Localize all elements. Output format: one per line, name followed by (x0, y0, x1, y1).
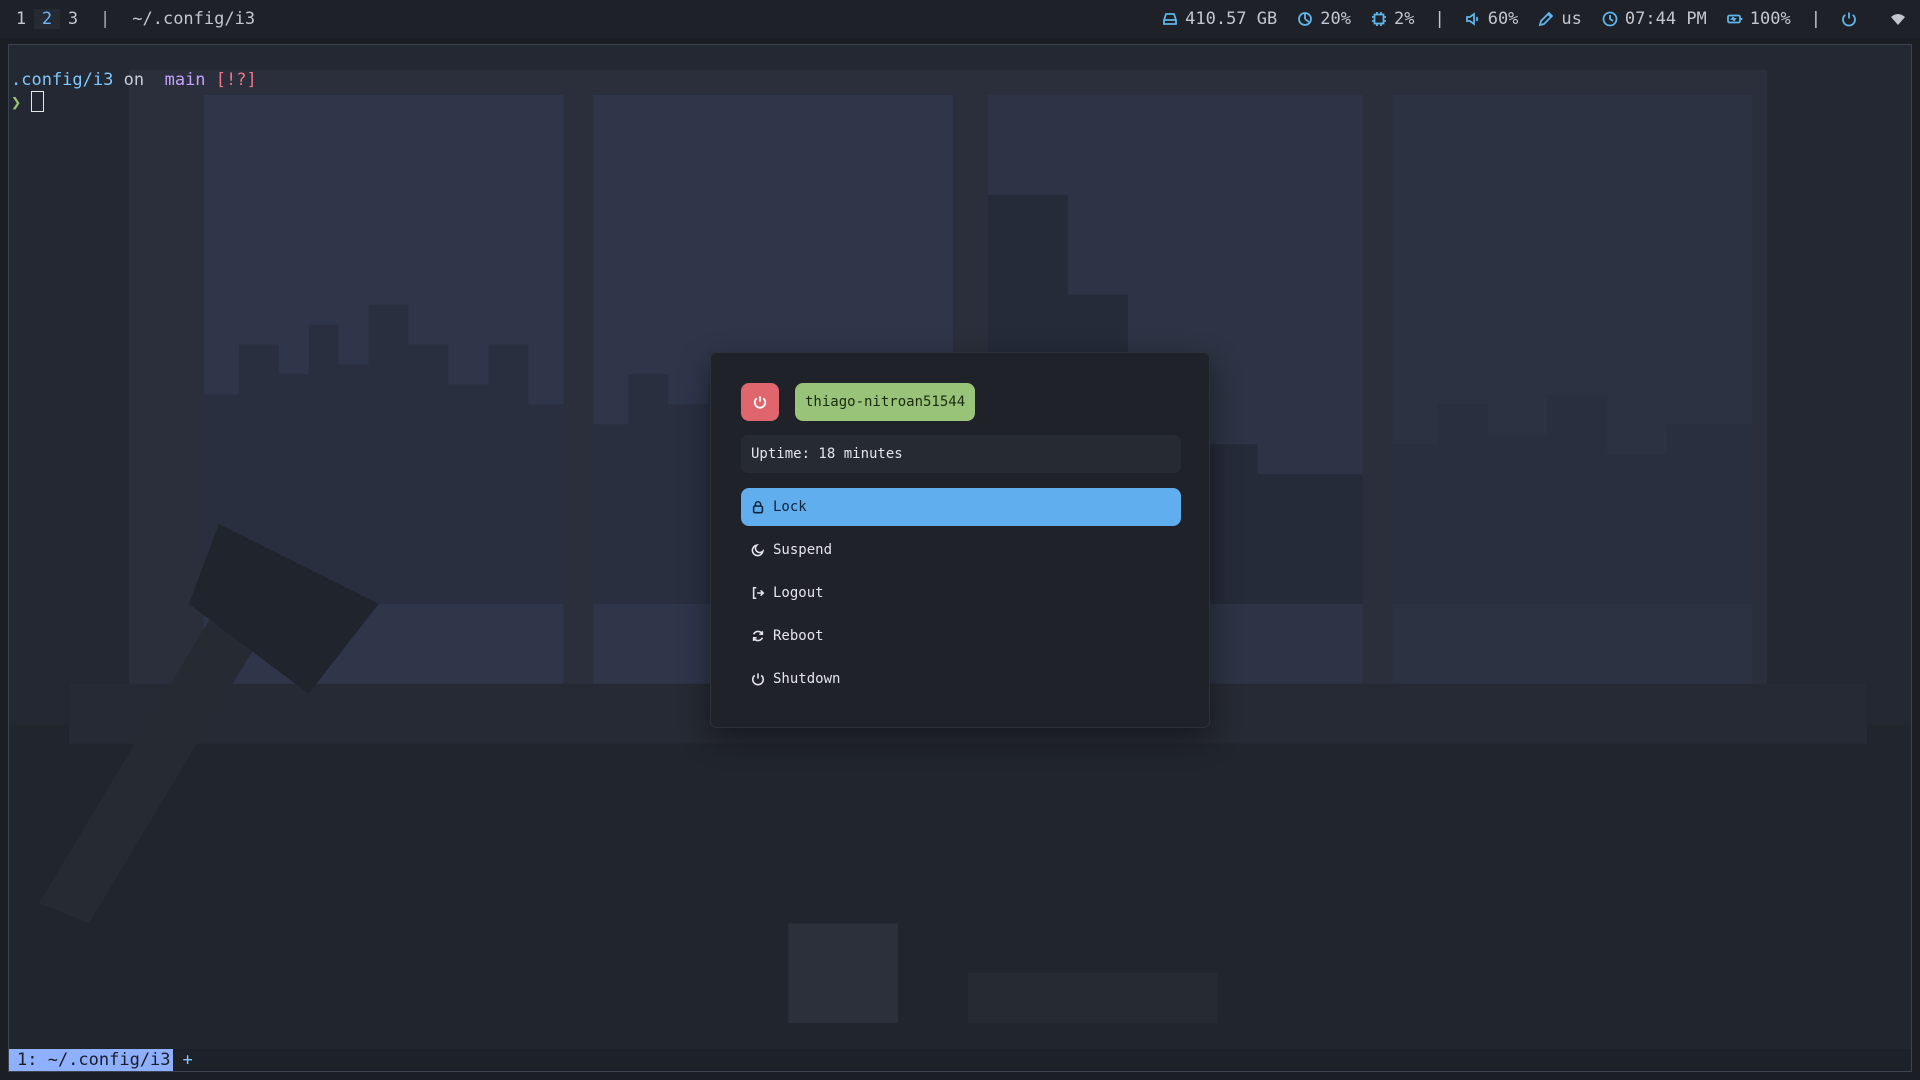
reboot-option[interactable]: Reboot (741, 617, 1181, 655)
prompt-directory: .config/i3 (11, 70, 114, 90)
memory-value: 2% (1393, 9, 1415, 29)
volume-module[interactable]: 60% (1465, 9, 1519, 29)
power-menu-header: thiago-nitroan51544 (741, 383, 976, 421)
wifi-icon (1891, 14, 1905, 25)
uptime-display: Uptime: 18 minutes (741, 435, 1181, 473)
prompt-on: on (123, 70, 145, 90)
tmux-status-bar: 1: ~/.config/i3 + (9, 1049, 1911, 1071)
tmux-new-window-button[interactable]: + (183, 1050, 193, 1070)
reboot-label: Reboot (773, 628, 824, 644)
shutdown-option[interactable]: Shutdown (741, 660, 1181, 698)
memory-icon (1371, 12, 1386, 26)
reboot-icon (752, 630, 764, 642)
power-module[interactable] (1841, 11, 1864, 27)
volume-value: 60% (1487, 9, 1519, 29)
logout-label: Logout (773, 585, 824, 601)
prompt-caret: ❯ (11, 93, 22, 113)
separator: | (1434, 9, 1445, 29)
text-cursor (31, 91, 45, 112)
moon-icon (751, 543, 765, 557)
memory-module[interactable]: 2% (1371, 9, 1414, 29)
volume-icon (1465, 12, 1478, 26)
tmux-window-tab[interactable]: 1: ~/.config/i3 (9, 1049, 173, 1071)
cpu-value: 20% (1320, 9, 1351, 29)
battery-icon (1726, 14, 1743, 24)
cpu-module[interactable]: 20% (1297, 9, 1351, 29)
power-menu: thiago-nitroan51544 Uptime: 18 minutes L… (710, 352, 1210, 728)
clock-module[interactable]: 07:44 PM (1602, 9, 1707, 29)
power-icon (753, 396, 767, 409)
keyboard-icon (1539, 11, 1554, 27)
workspace-3[interactable]: 3 (60, 9, 86, 29)
separator: | (1810, 9, 1821, 29)
disk-module[interactable]: 410.57 GB (1162, 9, 1277, 29)
workspace-2[interactable]: 2 (34, 9, 60, 29)
window-title: ~/.config/i3 (132, 9, 256, 29)
suspend-label: Suspend (773, 542, 833, 558)
lock-label: Lock (773, 499, 807, 515)
lock-icon (752, 501, 764, 514)
workspace-1[interactable]: 1 (8, 9, 34, 29)
prompt-git-status: [!?] (215, 70, 257, 90)
logout-option[interactable]: Logout (741, 574, 1181, 612)
shell-prompt: .config/i3 on main [!?] ❯ (11, 69, 257, 114)
separator: | (100, 9, 111, 29)
lock-option[interactable]: Lock (741, 488, 1181, 526)
top-bar: 1 2 3 | ~/.config/i3 410.57 GB 20% 2% | … (0, 0, 1920, 38)
logout-icon (752, 586, 765, 600)
clock-value: 07:44 PM (1624, 9, 1707, 29)
power-icon (1842, 12, 1856, 27)
power-button[interactable] (741, 383, 779, 421)
keyboard-module[interactable]: us (1538, 9, 1582, 29)
hostname-badge: thiago-nitroan51544 (795, 383, 976, 421)
suspend-option[interactable]: Suspend (741, 531, 1181, 569)
disk-value: 410.57 GB (1185, 9, 1278, 29)
power-icon (752, 673, 764, 686)
clock-icon (1602, 11, 1618, 27)
workspace-switcher: 1 2 3 (8, 9, 86, 29)
wifi-module[interactable] (1890, 11, 1906, 27)
keyboard-value: us (1561, 9, 1582, 29)
battery-value: 100% (1749, 9, 1791, 29)
battery-module[interactable]: 100% (1726, 9, 1791, 29)
status-modules: 410.57 GB 20% 2% | 60% us 07:44 PM 100% … (1142, 9, 1906, 29)
disk-icon (1163, 13, 1178, 25)
prompt-branch: main (164, 70, 206, 90)
cpu-icon (1298, 12, 1313, 26)
shutdown-label: Shutdown (773, 671, 841, 687)
